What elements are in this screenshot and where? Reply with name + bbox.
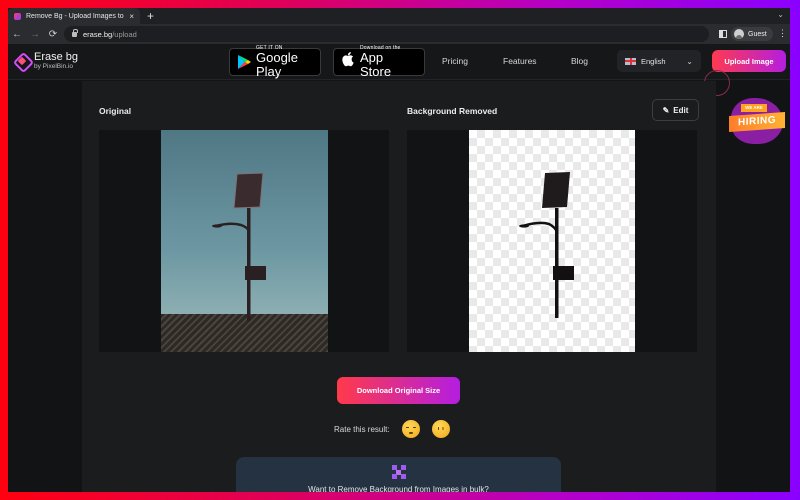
apple-icon <box>341 52 355 72</box>
tab-search-chevron-icon[interactable]: ⌄ <box>777 10 784 19</box>
app-store-big: App Store <box>360 50 392 79</box>
uk-flag-icon <box>625 57 636 65</box>
language-select[interactable]: English ⌄ <box>617 50 701 72</box>
upload-image-button[interactable]: Upload Image <box>712 50 786 72</box>
original-image-panel <box>99 130 389 352</box>
left-gutter <box>8 81 82 492</box>
browser-window: Remove Bg - Upload Images to × + ⌄ ← → ⟳… <box>8 8 790 492</box>
profile-label: Guest <box>748 30 767 38</box>
hiring-small-text: WE ARE <box>741 104 767 112</box>
background-removed-label: Background Removed <box>407 106 498 116</box>
logo-name: Erase bg <box>34 51 79 63</box>
site-header: Erase bg by PixelBin.io GET IT ON Google… <box>8 44 790 80</box>
lock-icon <box>72 28 78 37</box>
background-removed-image <box>469 130 635 352</box>
google-play-big: Google Play <box>256 50 298 79</box>
face-without-mouth-icon[interactable] <box>431 420 450 438</box>
bulk-removal-card[interactable]: Want to Remove Background from Images in… <box>236 457 561 492</box>
avatar-icon <box>734 29 744 39</box>
background-removed-panel <box>407 130 697 352</box>
nav-pricing[interactable]: Pricing <box>442 56 468 66</box>
bulk-icon <box>391 465 406 479</box>
logo-byline: by PixelBin.io <box>34 63 74 70</box>
original-label: Original <box>99 106 132 116</box>
hiring-badge[interactable]: WE ARE HIRING <box>727 96 789 146</box>
original-image <box>161 130 328 352</box>
google-play-button[interactable]: GET IT ON Google Play <box>229 45 321 79</box>
nav-features[interactable]: Features <box>503 56 537 66</box>
new-tab-icon[interactable]: + <box>147 9 154 23</box>
favicon-icon <box>14 12 21 20</box>
sleepy-face-icon[interactable] <box>401 420 420 438</box>
download-original-size-button[interactable]: Download Original Size <box>337 377 460 404</box>
browser-toolbar: ← → ⟳ erase.bg/upload Guest ⋮ <box>8 24 790 44</box>
menu-icon[interactable]: ⋮ <box>778 28 787 38</box>
forward-icon[interactable]: → <box>26 29 44 40</box>
language-label: English <box>641 56 666 66</box>
nav-blog[interactable]: Blog <box>571 56 588 66</box>
edit-button[interactable]: ✎ Edit <box>652 99 699 121</box>
back-icon[interactable]: ← <box>8 29 26 40</box>
logo-icon <box>14 53 30 69</box>
url-domain: erase.bg <box>83 29 113 39</box>
logo[interactable]: Erase bg by PixelBin.io <box>14 51 78 71</box>
close-tab-icon[interactable]: × <box>129 12 134 21</box>
result-section: Original Background Removed ✎ Edit Downl… <box>82 81 716 492</box>
profile-button[interactable]: Guest <box>731 27 773 41</box>
browser-tab[interactable]: Remove Bg - Upload Images to × <box>8 8 140 24</box>
rate-label: Rate this result: <box>334 424 390 434</box>
app-store-button[interactable]: Download on the App Store <box>333 45 425 79</box>
reload-icon[interactable]: ⟳ <box>44 29 62 40</box>
side-panel-icon[interactable] <box>719 30 727 38</box>
pencil-icon: ✎ <box>662 105 670 115</box>
edit-label: Edit <box>673 105 689 115</box>
address-bar[interactable]: erase.bg/upload <box>64 26 709 42</box>
bulk-removal-text: Want to Remove Background from Images in… <box>308 485 489 492</box>
chevron-down-icon: ⌄ <box>686 56 693 66</box>
tab-title: Remove Bg - Upload Images to <box>26 12 124 20</box>
rating-row: Rate this result: <box>334 420 450 438</box>
tab-strip: Remove Bg - Upload Images to × + ⌄ <box>8 8 790 24</box>
google-play-icon <box>237 54 251 70</box>
url-path: /upload <box>112 29 137 39</box>
